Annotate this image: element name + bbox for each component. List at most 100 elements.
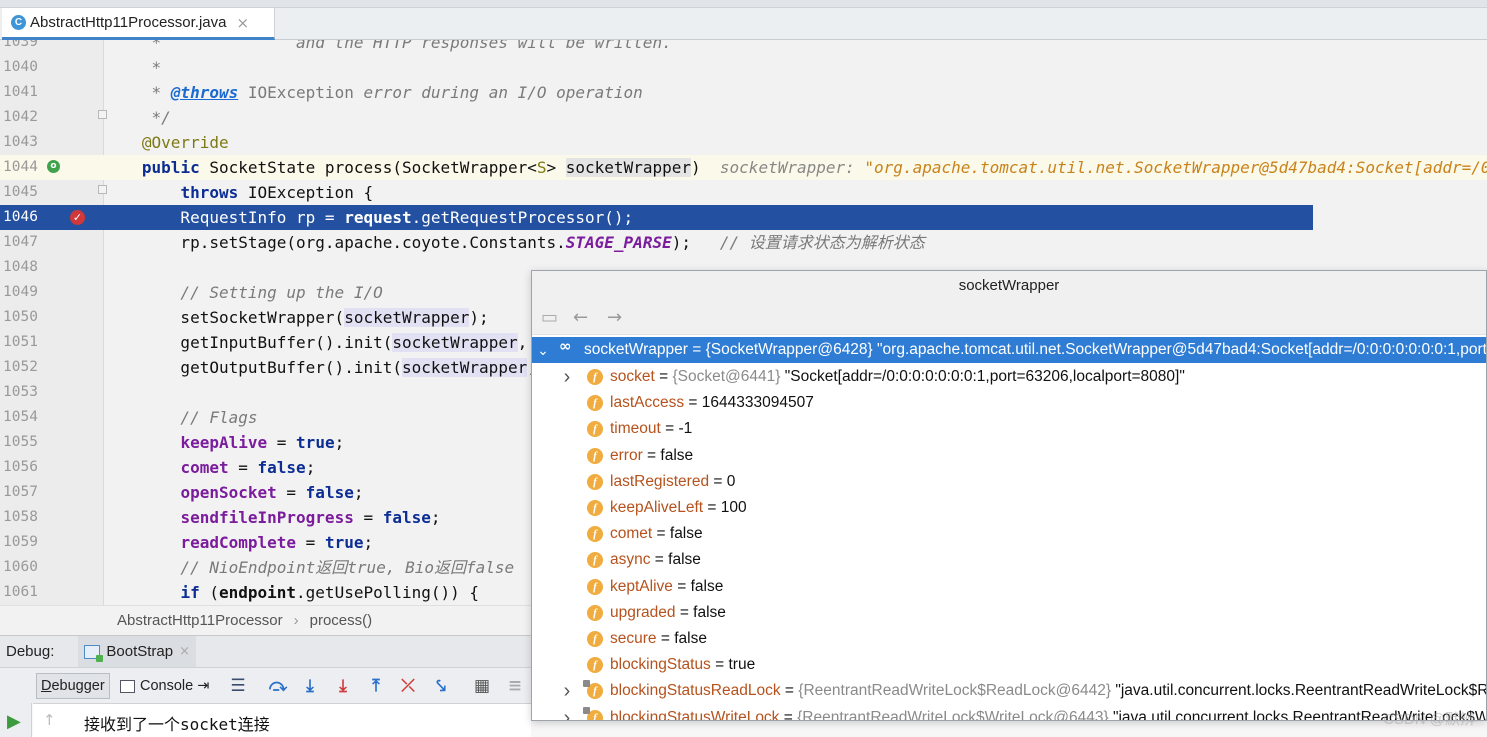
line-number[interactable]: 1040: [3, 55, 43, 80]
tree-item[interactable]: f timeout = -1: [532, 416, 1486, 442]
field-icon: f: [587, 395, 603, 411]
resume-icon[interactable]: ▶: [7, 711, 21, 732]
tree-item-text: lastAccess = 1644333094507: [610, 394, 814, 411]
line-number[interactable]: 1044: [3, 155, 43, 180]
tree-item[interactable]: f comet = false: [532, 521, 1486, 547]
popup-title: socketWrapper: [532, 271, 1486, 301]
line-number[interactable]: 1043: [3, 130, 43, 155]
java-class-icon: C: [11, 15, 26, 30]
line-number[interactable]: 1046: [3, 205, 43, 230]
run-config-icon: [84, 644, 104, 662]
tree-item[interactable]: › f blockingStatusReadLock = {ReentrantRea…: [532, 678, 1486, 704]
step-into-icon[interactable]: ⤓: [300, 676, 320, 696]
tree-item[interactable]: › f blockingStatusWriteLock = {ReentrantRe…: [532, 705, 1486, 720]
field-icon: f: [587, 631, 603, 647]
expand-arrow-icon[interactable]: ›: [560, 364, 574, 390]
fold-marker-icon[interactable]: [98, 185, 107, 194]
fold-marker-icon[interactable]: [98, 110, 107, 119]
debugger-mnemonic: D: [41, 678, 52, 694]
watermark: CSDN @默辨: [1383, 711, 1475, 728]
trace-icon[interactable]: ≡: [505, 676, 525, 696]
line-number[interactable]: 1052: [3, 355, 43, 380]
code-line[interactable]: 1039 * and the HTTP responses will be wr…: [0, 40, 1487, 55]
breadcrumb-class[interactable]: AbstractHttp11Processor: [117, 612, 283, 629]
drop-frame-icon[interactable]: ⤫: [398, 676, 418, 696]
tree-item-text: timeout = -1: [610, 420, 693, 437]
field-icon: f: [587, 500, 603, 516]
line-number[interactable]: 1055: [3, 430, 43, 455]
code-text: // Flags: [113, 408, 258, 427]
tree-item[interactable]: f blockingStatus = true: [532, 652, 1486, 678]
tree-item[interactable]: f error = false: [532, 443, 1486, 469]
line-number[interactable]: 1042: [3, 105, 43, 130]
scroll-up-icon[interactable]: ↑: [43, 711, 56, 729]
line-number[interactable]: 1059: [3, 530, 43, 555]
root-value: = {SocketWrapper@6428} "org.apache.tomca…: [692, 341, 1487, 358]
tree-item[interactable]: f lastAccess = 1644333094507: [532, 390, 1486, 416]
expand-arrow-icon[interactable]: ›: [560, 705, 574, 720]
line-number[interactable]: 1051: [3, 330, 43, 355]
code-line[interactable]: 1044 public SocketState process(SocketWr…: [0, 155, 1487, 180]
step-over-icon[interactable]: ⤼: [268, 676, 288, 696]
line-number[interactable]: 1039: [3, 40, 43, 55]
code-line[interactable]: 1041 * @throws IOException error during …: [0, 80, 1487, 105]
close-session-icon[interactable]: ×: [179, 644, 190, 659]
code-text: public SocketState process(SocketWrapper…: [141, 158, 1487, 177]
line-number[interactable]: 1061: [3, 580, 43, 605]
console-line: 接收到了一个socket连接: [84, 715, 270, 734]
tree-item[interactable]: › f socket = {Socket@6441} "Socket[addr=/0…: [532, 364, 1486, 390]
tree-item[interactable]: f secure = false: [532, 626, 1486, 652]
tree-item[interactable]: f keptAlive = false: [532, 574, 1486, 600]
line-number[interactable]: 1058: [3, 505, 43, 530]
code-text: readComplete = true;: [180, 533, 374, 552]
debug-session-tab[interactable]: BootStrap ×: [78, 635, 196, 668]
folder-icon[interactable]: ▭: [541, 307, 558, 328]
tree-item[interactable]: f async = false: [532, 547, 1486, 573]
popup-nav-bar: ▭ ← →: [532, 301, 1486, 335]
field-icon: f: [587, 605, 603, 621]
collapse-arrow-icon[interactable]: ⌄: [536, 337, 550, 363]
tree-root-row[interactable]: ⌄ ∞ socketWrapper = {SocketWrapper@6428}…: [532, 337, 1487, 363]
line-number[interactable]: 1045: [3, 180, 43, 205]
code-line[interactable]: 1043 @Override: [0, 130, 1487, 155]
code-line[interactable]: 1045 throws IOException {: [0, 180, 1487, 205]
line-number[interactable]: 1060: [3, 555, 43, 580]
evaluate-expression-icon[interactable]: ▦: [472, 676, 492, 696]
tab-abstract-http11-processor[interactable]: C AbstractHttp11Processor.java ×: [2, 8, 275, 40]
code-text: rp.setStage(org.apache.coyote.Constants.…: [113, 233, 925, 252]
tab-close-icon[interactable]: ×: [236, 14, 249, 32]
line-number[interactable]: 1048: [3, 255, 43, 280]
line-number[interactable]: 1049: [3, 280, 43, 305]
tree-item[interactable]: f upgraded = false: [532, 600, 1486, 626]
forward-arrow-icon[interactable]: →: [607, 307, 622, 328]
line-number[interactable]: 1057: [3, 480, 43, 505]
back-arrow-icon[interactable]: ←: [573, 307, 588, 328]
line-number[interactable]: 1053: [3, 380, 43, 405]
code-line[interactable]: 1047 rp.setStage(org.apache.coyote.Const…: [0, 230, 1487, 255]
tree-item[interactable]: f lastRegistered = 0: [532, 469, 1486, 495]
force-step-into-icon[interactable]: ⤓: [333, 676, 353, 696]
field-icon: f: [587, 579, 603, 595]
menu-icon[interactable]: ☰: [228, 676, 248, 696]
breadcrumb-method[interactable]: process(): [310, 612, 373, 629]
expand-arrow-icon[interactable]: ›: [560, 678, 574, 704]
code-line[interactable]: 1040 *: [0, 55, 1487, 80]
line-number[interactable]: 1054: [3, 405, 43, 430]
step-out-icon[interactable]: ⤒: [366, 676, 386, 696]
line-number[interactable]: 1056: [3, 455, 43, 480]
line-number[interactable]: 1050: [3, 305, 43, 330]
debug-session-label: BootStrap: [106, 643, 174, 660]
run-to-cursor-icon[interactable]: ⤥: [431, 676, 451, 696]
tree-item[interactable]: f keepAliveLeft = 100: [532, 495, 1486, 521]
console-output[interactable]: ↑ 接收到了一个socket连接: [33, 703, 531, 737]
code-line[interactable]: 1046 RequestInfo rp = request.getRequest…: [0, 205, 1313, 230]
line-number[interactable]: 1041: [3, 80, 43, 105]
line-number[interactable]: 1047: [3, 230, 43, 255]
code-line[interactable]: 1042 */: [0, 105, 1487, 130]
override-marker-icon[interactable]: o: [47, 160, 60, 173]
code-text: @Override: [113, 133, 229, 152]
debugger-tab-button[interactable]: Debugger: [36, 673, 110, 699]
breakpoint-icon[interactable]: ✓: [70, 210, 85, 225]
debug-tool-window-header: Debug: BootStrap ×: [0, 635, 531, 668]
console-tab-button[interactable]: Console ⇥: [116, 673, 213, 699]
